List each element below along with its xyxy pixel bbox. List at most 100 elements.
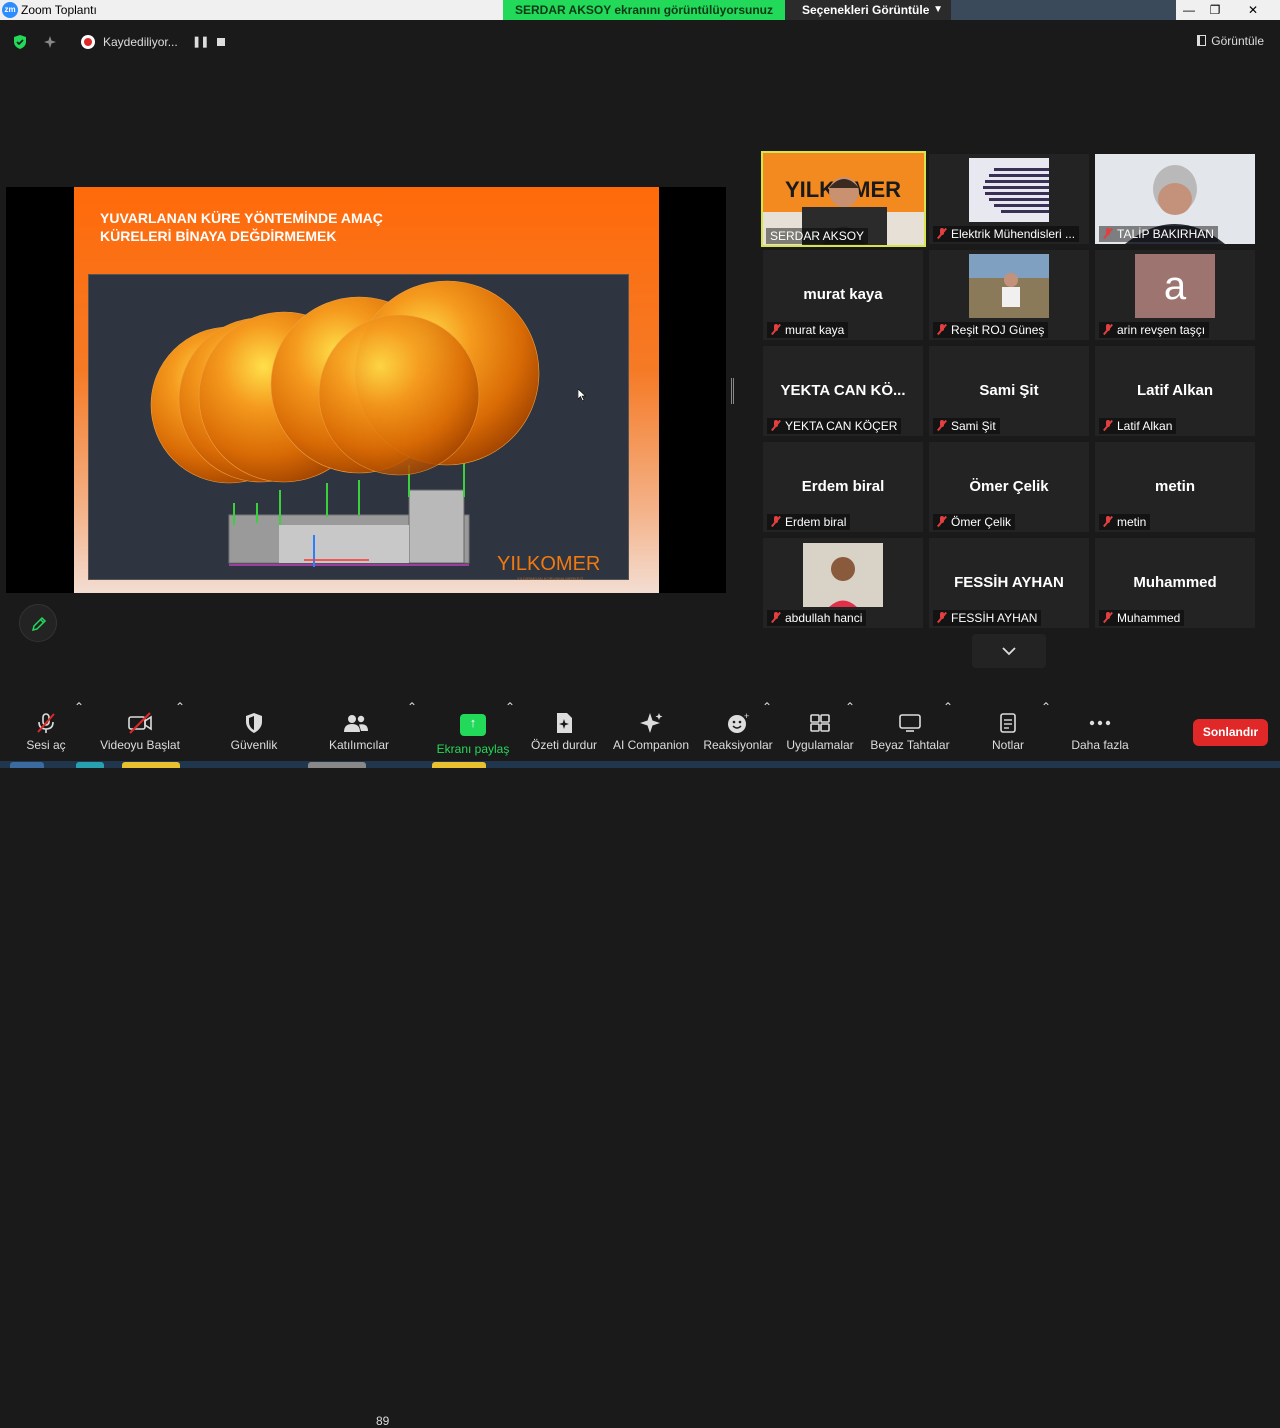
participant-display-name: FESSİH AYHAN bbox=[954, 574, 1064, 591]
os-taskbar bbox=[0, 761, 1280, 768]
reactions-options-chevron[interactable]: ⌃ bbox=[762, 700, 772, 756]
participant-tile[interactable]: abdullah hanci bbox=[763, 538, 923, 628]
participant-name-label: arin revşen taşçı bbox=[1099, 322, 1210, 338]
start-video-button[interactable]: Videoyu Başlat bbox=[100, 700, 180, 756]
participant-display-name: metin bbox=[1154, 478, 1195, 495]
annotate-button[interactable] bbox=[19, 604, 57, 642]
ai-companion-label: AI Companion bbox=[612, 738, 690, 752]
more-label: Daha fazla bbox=[1071, 738, 1129, 752]
participant-name-label: abdullah hanci bbox=[767, 610, 867, 626]
share-screen-button[interactable]: Ekranı paylaş bbox=[436, 700, 510, 756]
participant-name-label: TALİP BAKIRHAN bbox=[1099, 226, 1218, 242]
apps-options-chevron[interactable]: ⌃ bbox=[845, 700, 855, 756]
participant-name-label: Sami Şit bbox=[933, 418, 1000, 434]
ai-sparkle-icon bbox=[640, 713, 663, 733]
participant-tile[interactable]: metin metin bbox=[1095, 442, 1255, 532]
chevron-down-icon bbox=[1002, 647, 1016, 656]
slide-title: YUVARLANAN KÜRE YÖNTEMİNDE AMAÇ KÜRELERİ… bbox=[100, 209, 383, 245]
unmute-button[interactable]: Sesi aç bbox=[20, 700, 72, 756]
taskbar-app-icon[interactable] bbox=[308, 762, 366, 768]
view-layout-icon bbox=[1197, 35, 1207, 46]
taskbar-app-icon[interactable] bbox=[122, 762, 180, 768]
end-meeting-button[interactable]: Sonlandır bbox=[1193, 719, 1268, 746]
stop-summary-button[interactable]: Özeti durdur bbox=[528, 700, 600, 756]
ai-companion-button[interactable]: AI Companion bbox=[610, 700, 692, 756]
muted-mic-icon bbox=[771, 420, 781, 431]
ai-sparkle-icon[interactable] bbox=[42, 34, 58, 50]
screen-share-banner: SERDAR AKSOY ekranını görüntülüyorsunuz bbox=[503, 0, 785, 20]
participant-photo bbox=[803, 543, 883, 607]
gallery-next-page-button[interactable] bbox=[972, 634, 1046, 668]
whiteboard-icon bbox=[899, 714, 921, 732]
video-off-icon bbox=[128, 712, 152, 734]
panel-resize-handle[interactable] bbox=[731, 378, 734, 404]
participant-display-name: Sami Şit bbox=[979, 382, 1039, 399]
slide-title-line-1: YUVARLANAN KÜRE YÖNTEMİNDE AMAÇ bbox=[100, 210, 383, 226]
shield-icon bbox=[246, 713, 262, 733]
participant-tile[interactable]: murat kaya murat kaya bbox=[763, 250, 923, 340]
view-options-dropdown[interactable]: Seçenekleri Görüntüle ▼ bbox=[785, 0, 951, 20]
taskbar-app-icon[interactable] bbox=[432, 762, 486, 768]
participant-name-label: Reşit ROJ Güneş bbox=[933, 322, 1049, 338]
participants-options-chevron[interactable]: ⌃ bbox=[407, 700, 417, 756]
presentation-slide: YUVARLANAN KÜRE YÖNTEMİNDE AMAÇ KÜRELERİ… bbox=[74, 187, 659, 593]
notes-options-chevron[interactable]: ⌃ bbox=[1041, 700, 1051, 756]
participants-icon bbox=[344, 715, 368, 732]
participant-tile[interactable]: Elektrik Mühendisleri ... bbox=[929, 154, 1089, 244]
unmute-label: Sesi aç bbox=[26, 738, 66, 752]
stop-summary-label: Özeti durdur bbox=[530, 738, 598, 752]
participant-tile[interactable]: Sami Şit Sami Şit bbox=[929, 346, 1089, 436]
meeting-controls-toolbar: Sesi aç ⌃ Videoyu Başlat ⌃ Güvenlik Katı… bbox=[0, 700, 1280, 1428]
audio-options-chevron[interactable]: ⌃ bbox=[74, 700, 84, 756]
pause-recording-button[interactable]: ❚❚ bbox=[192, 35, 209, 48]
muted-mic-icon bbox=[937, 420, 947, 431]
minimize-icon[interactable]: — bbox=[1176, 0, 1202, 20]
participant-tile[interactable]: YILKOMER SERDAR AKSOY bbox=[761, 151, 926, 247]
titlebar-background-strip bbox=[951, 0, 1176, 20]
participant-avatar: a bbox=[1135, 254, 1215, 318]
apps-icon bbox=[810, 714, 830, 732]
pencil-icon bbox=[31, 616, 47, 632]
brand-subtitle: YILDIRIMDAN KORUNMA MERKEZİ bbox=[517, 576, 584, 581]
participant-photo bbox=[969, 254, 1049, 318]
security-label: Güvenlik bbox=[230, 738, 278, 752]
video-options-chevron[interactable]: ⌃ bbox=[175, 700, 185, 756]
view-button[interactable]: Görüntüle bbox=[1197, 34, 1264, 48]
taskbar-app-icon[interactable] bbox=[10, 762, 44, 768]
view-button-label: Görüntüle bbox=[1211, 34, 1264, 48]
security-button[interactable]: Güvenlik bbox=[226, 700, 282, 756]
participant-tile[interactable]: Reşit ROJ Güneş bbox=[929, 250, 1089, 340]
participant-name-label: YEKTA CAN KÖÇER bbox=[767, 418, 902, 434]
notes-label: Notlar bbox=[991, 738, 1024, 752]
restore-icon[interactable]: ❐ bbox=[1202, 0, 1228, 20]
participant-tile[interactable]: TALİP BAKIRHAN bbox=[1095, 154, 1255, 244]
share-options-chevron[interactable]: ⌃ bbox=[505, 700, 515, 756]
participants-button[interactable]: Katılımcılar bbox=[326, 700, 392, 756]
participant-tile[interactable]: Latif Alkan Latif Alkan bbox=[1095, 346, 1255, 436]
participant-tile[interactable]: YEKTA CAN KÖ... YEKTA CAN KÖÇER bbox=[763, 346, 923, 436]
rolling-sphere-render bbox=[88, 274, 629, 580]
participant-tile[interactable]: Erdem biral Erdem biral bbox=[763, 442, 923, 532]
muted-mic-icon bbox=[771, 612, 781, 623]
smiley-icon: + bbox=[728, 712, 749, 733]
more-button[interactable]: Daha fazla bbox=[1068, 700, 1132, 756]
notes-button[interactable]: Notlar bbox=[984, 700, 1032, 756]
participant-display-name: murat kaya bbox=[803, 286, 883, 303]
whiteboards-options-chevron[interactable]: ⌃ bbox=[943, 700, 953, 756]
close-icon[interactable]: ✕ bbox=[1240, 0, 1266, 20]
share-screen-label: Ekranı paylaş bbox=[436, 742, 510, 756]
participant-tile[interactable]: Ömer Çelik Ömer Çelik bbox=[929, 442, 1089, 532]
participant-tile[interactable]: a arin revşen taşçı bbox=[1095, 250, 1255, 340]
shared-screen[interactable]: YUVARLANAN KÜRE YÖNTEMİNDE AMAÇ KÜRELERİ… bbox=[6, 187, 726, 593]
participant-display-name: Ömer Çelik bbox=[969, 478, 1049, 495]
participant-name-label: metin bbox=[1099, 514, 1151, 530]
mouse-cursor-icon bbox=[578, 389, 586, 401]
encryption-shield-icon[interactable] bbox=[12, 34, 28, 50]
stop-recording-button[interactable] bbox=[217, 38, 225, 46]
summary-document-icon bbox=[557, 713, 572, 733]
slide-title-line-2: KÜRELERİ BİNAYA DEĞDİRMEMEK bbox=[100, 228, 337, 244]
participant-tile[interactable]: FESSİH AYHAN FESSİH AYHAN bbox=[929, 538, 1089, 628]
participant-tile[interactable]: Muhammed Muhammed bbox=[1095, 538, 1255, 628]
taskbar-app-icon[interactable] bbox=[76, 762, 104, 768]
whiteboards-button[interactable]: Beyaz Tahtalar bbox=[870, 700, 950, 756]
